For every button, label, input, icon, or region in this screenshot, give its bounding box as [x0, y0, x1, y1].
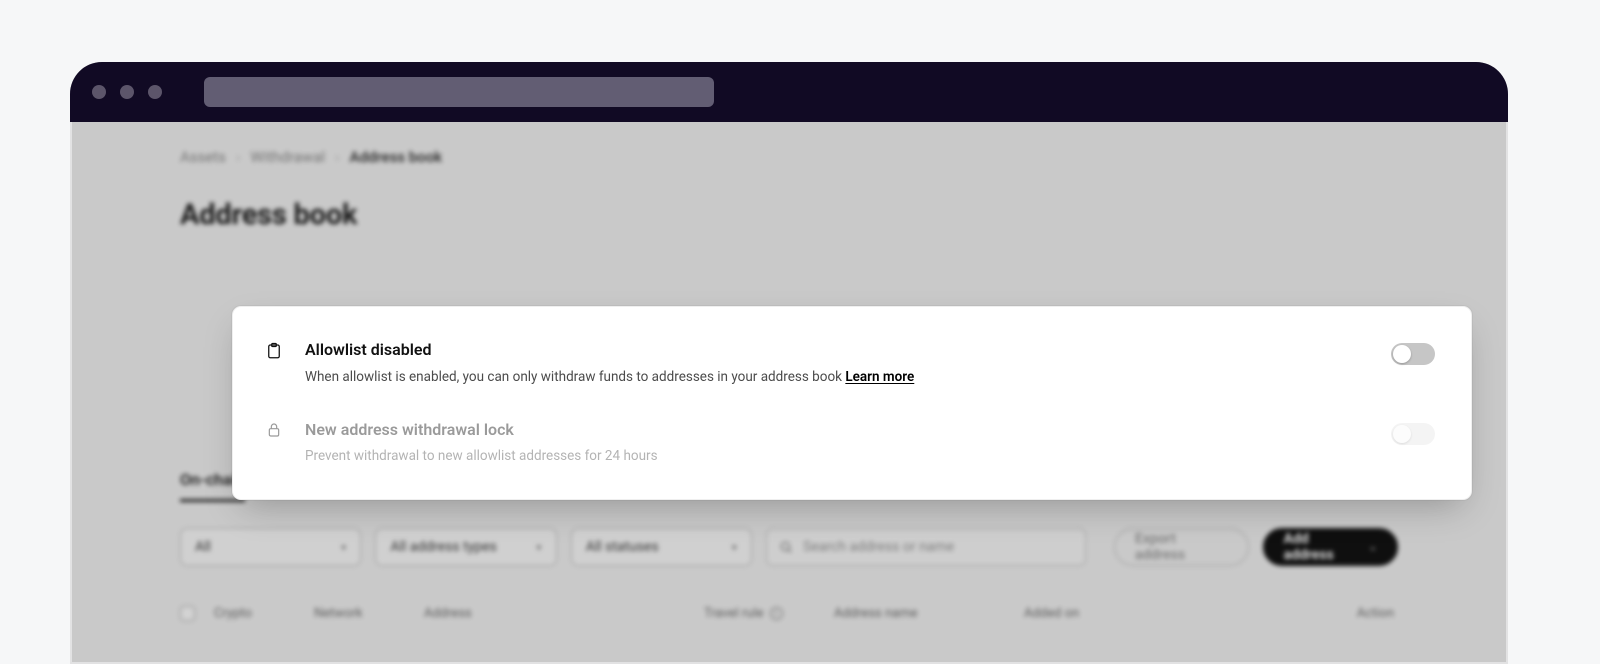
filter-row: All ▾ All address types ▾ All statuses ▾…: [180, 528, 1398, 566]
col-address-name: Address name: [834, 606, 1024, 621]
allowlist-desc: When allowlist is enabled, you can only …: [305, 367, 1371, 387]
chevron-down-icon: ⌄: [1369, 542, 1377, 553]
col-address: Address: [424, 606, 704, 621]
chevron-down-icon: ▾: [732, 541, 738, 554]
search-icon: [779, 540, 793, 554]
filter-type-select[interactable]: All address types ▾: [375, 528, 556, 566]
chevron-down-icon: ▾: [536, 541, 542, 554]
withdrawal-lock-title: New address withdrawal lock: [305, 419, 1371, 441]
breadcrumb-withdrawal[interactable]: Withdrawal: [250, 148, 325, 166]
window-controls: [92, 85, 162, 99]
breadcrumb-assets[interactable]: Assets: [180, 148, 226, 166]
withdrawal-lock-toggle[interactable]: [1391, 423, 1435, 445]
col-crypto: Crypto: [214, 606, 314, 621]
allowlist-row: Allowlist disabled When allowlist is ena…: [263, 333, 1435, 393]
max-dot[interactable]: [148, 85, 162, 99]
filter-crypto-select[interactable]: All ▾: [180, 528, 361, 566]
settings-card: Allowlist disabled When allowlist is ena…: [232, 306, 1472, 500]
learn-more-link[interactable]: Learn more: [845, 369, 914, 385]
search-placeholder: Search address or name: [803, 539, 954, 555]
search-input[interactable]: Search address or name: [766, 528, 1086, 566]
url-bar[interactable]: [204, 77, 714, 107]
breadcrumb: Assets › Withdrawal › Address book: [180, 148, 1398, 166]
titlebar: [70, 62, 1508, 122]
allowlist-toggle[interactable]: [1391, 343, 1435, 365]
add-address-button[interactable]: Add address ⌄: [1263, 528, 1398, 566]
col-added-on: Added on: [1024, 606, 1254, 621]
filter-type-label: All address types: [390, 539, 497, 555]
chevron-right-icon: ›: [236, 148, 241, 166]
allowlist-title: Allowlist disabled: [305, 339, 1371, 361]
withdrawal-lock-row: New address withdrawal lock Prevent with…: [263, 413, 1435, 473]
export-address-button[interactable]: Export address: [1114, 528, 1249, 566]
info-icon[interactable]: i: [770, 607, 783, 620]
min-dot[interactable]: [120, 85, 134, 99]
add-address-label: Add address: [1284, 531, 1361, 563]
col-network: Network: [314, 606, 424, 621]
close-dot[interactable]: [92, 85, 106, 99]
col-travel-rule: Travel rule i: [704, 606, 834, 621]
page-title: Address book: [180, 198, 1398, 232]
lock-icon: [263, 419, 285, 439]
filter-status-label: All statuses: [586, 539, 659, 555]
breadcrumb-address-book: Address book: [350, 148, 443, 166]
col-action: Action: [1254, 606, 1398, 621]
chevron-down-icon: ▾: [341, 541, 347, 554]
clipboard-icon: [263, 339, 285, 361]
chevron-right-icon: ›: [335, 148, 340, 166]
table-header: Crypto Network Address Travel rule i Add…: [180, 606, 1398, 621]
select-all-checkbox[interactable]: [180, 606, 195, 621]
filter-status-select[interactable]: All statuses ▾: [571, 528, 752, 566]
filter-crypto-label: All: [195, 539, 211, 555]
export-address-label: Export address: [1135, 531, 1228, 563]
withdrawal-lock-desc: Prevent withdrawal to new allowlist addr…: [305, 446, 1371, 466]
